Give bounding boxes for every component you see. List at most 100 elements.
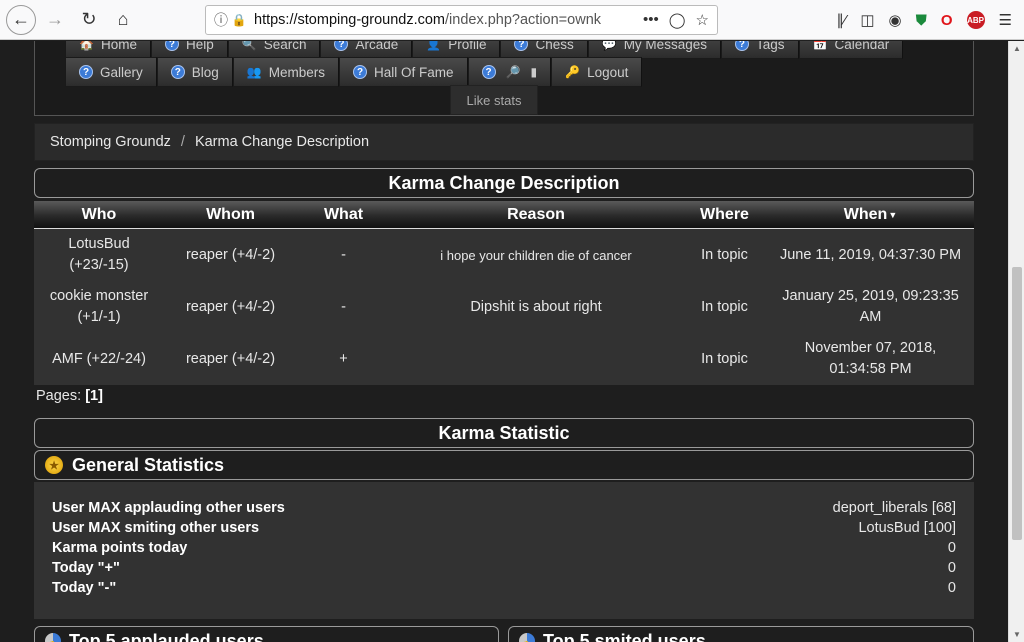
who-score: (+22/-24): [86, 350, 146, 367]
who-score: (+1/-1): [77, 309, 121, 325]
scrollbar-thumb[interactable]: [1012, 267, 1022, 540]
back-icon[interactable]: ←: [6, 4, 36, 35]
page-actions-icon[interactable]: •••: [643, 11, 659, 29]
browser-toolbar: ← → ↻ ⌂ ⓘ 🔒 https://stomping-groundz.com…: [0, 0, 1024, 40]
pie-chart-icon: [519, 633, 535, 642]
menu-like-stats[interactable]: ? 🔎 ▮: [467, 57, 552, 87]
breadcrumb-current[interactable]: Karma Change Description: [195, 134, 369, 150]
who-name[interactable]: LotusBud: [68, 234, 129, 255]
bar-icon: ▮: [530, 65, 538, 79]
reason-cell: [390, 333, 682, 385]
table-row: LotusBud (+23/-15) reaper (+4/-2) - i hop…: [34, 229, 974, 281]
what-cell: +: [339, 350, 348, 367]
breadcrumb-separator: /: [180, 134, 185, 150]
pocket-icon[interactable]: ◯: [669, 11, 686, 29]
like-stats-submenu[interactable]: Like stats: [450, 85, 538, 115]
header-who[interactable]: Who: [34, 201, 164, 228]
profile-icon: 👤: [426, 41, 442, 51]
url-text[interactable]: https://stomping-groundz.com/index.php?a…: [254, 12, 643, 28]
account-icon[interactable]: ◉: [889, 11, 902, 29]
scroll-up-icon[interactable]: ▲: [1009, 44, 1024, 53]
general-statistics-body: User MAX applauding other users deport_li…: [34, 482, 974, 619]
karma-change-title: Karma Change Description: [34, 168, 974, 198]
forward-icon[interactable]: →: [40, 5, 70, 35]
pagination: Pages: [1]: [36, 388, 103, 404]
sidebar-icon[interactable]: ◫: [860, 11, 874, 29]
where-cell[interactable]: In topic: [682, 333, 767, 385]
header-reason[interactable]: Reason: [390, 201, 682, 228]
header-whom[interactable]: Whom: [164, 201, 297, 228]
url-bar[interactable]: ⓘ 🔒 https://stomping-groundz.com/index.p…: [205, 5, 718, 35]
menu-members[interactable]: 👥 Members: [232, 57, 340, 87]
who-name[interactable]: cookie monster: [50, 286, 148, 307]
whom-cell[interactable]: reaper (+4/-2): [164, 229, 297, 281]
where-cell[interactable]: In topic: [682, 229, 767, 281]
top-smited-header: Top 5 smited users: [508, 626, 974, 642]
menu-logout[interactable]: 🔑 Logout: [551, 57, 643, 87]
info-icon[interactable]: ⓘ: [212, 10, 230, 30]
question-icon: ?: [514, 41, 529, 51]
bookmark-star-icon[interactable]: ☆: [696, 11, 709, 29]
question-icon: ?: [164, 41, 179, 51]
header-where[interactable]: Where: [682, 201, 767, 228]
shield-icon[interactable]: ⛊: [916, 12, 927, 29]
stat-row: User MAX smiting other users LotusBud [10…: [52, 520, 956, 536]
adblock-icon[interactable]: ABP: [966, 11, 985, 29]
whom-cell[interactable]: reaper (+4/-2): [164, 281, 297, 333]
who-cell: cookie monster (+1/-1): [34, 281, 164, 333]
header-what[interactable]: What: [297, 201, 390, 228]
question-icon: ?: [79, 65, 93, 79]
scroll-down-icon[interactable]: ▼: [1009, 630, 1024, 639]
medal-icon: ★: [45, 456, 63, 474]
what-cell: -: [341, 298, 346, 315]
home-icon[interactable]: ⌂: [108, 5, 138, 35]
reason-cell: Dipshit is about right: [470, 298, 602, 315]
stat-row: Today "-" 0: [52, 580, 956, 596]
sort-desc-icon: ▼: [888, 209, 898, 220]
page-content: 🏠 Home ? Help 🔍 Search ? Arcade 👤 Profile ? Ch…: [0, 41, 1008, 642]
header-when[interactable]: When ▼: [767, 201, 974, 228]
reload-icon[interactable]: ↻: [74, 5, 104, 35]
who-cell: LotusBud (+23/-15): [34, 229, 164, 281]
top-applauded-header: Top 5 applauded users: [34, 626, 499, 642]
magnifier-icon: 🔎: [505, 65, 521, 79]
hamburger-menu-icon[interactable]: ☰: [999, 11, 1012, 29]
question-icon: ?: [170, 65, 185, 79]
pie-chart-icon: [45, 633, 61, 642]
where-cell[interactable]: In topic: [682, 281, 767, 333]
library-icon[interactable]: ∥⁄: [836, 11, 846, 29]
stat-row: Karma points today 0: [52, 540, 956, 556]
when-cell: November 07, 2018, 01:34:58 PM: [804, 340, 937, 377]
menu-tags[interactable]: ? Tags: [720, 41, 799, 59]
question-icon: ?: [334, 41, 349, 51]
general-statistics-header: ★ General Statistics: [34, 450, 974, 480]
vertical-scrollbar[interactable]: ▲ ▼: [1008, 41, 1024, 642]
menu-row-2: ? Gallery ? Blog 👥 Members ? Hall Of Fame ? 🔎…: [65, 57, 643, 87]
stat-row: User MAX applauding other users deport_li…: [52, 500, 956, 516]
calendar-icon: 📅: [812, 41, 828, 51]
karma-statistic-title: Karma Statistic: [34, 418, 974, 448]
who-score: (+23/-15): [69, 257, 129, 273]
question-icon: ?: [734, 41, 749, 51]
stat-row: Today "+" 0: [52, 560, 956, 576]
home-icon: 🏠: [79, 41, 94, 51]
question-icon: ?: [481, 65, 496, 79]
breadcrumb-home[interactable]: Stomping Groundz: [50, 134, 171, 150]
who-name[interactable]: AMF: [52, 349, 83, 370]
table-row: AMF (+22/-24) reaper (+4/-2) + In topic N…: [34, 333, 974, 385]
when-cell: January 25, 2019, 09:23:35 AM: [782, 288, 959, 325]
whom-cell[interactable]: reaper (+4/-2): [164, 333, 297, 385]
when-cell: June 11, 2019, 04:37:30 PM: [779, 246, 962, 263]
menu-blog[interactable]: ? Blog: [156, 57, 233, 87]
reason-cell: i hope your children die of cancer: [440, 247, 632, 263]
table-row: cookie monster (+1/-1) reaper (+4/-2) - D…: [34, 281, 974, 333]
menu-hall-of-fame[interactable]: ? Hall Of Fame: [339, 57, 468, 87]
lock-icon[interactable]: 🔒: [230, 13, 248, 27]
members-icon: 👥: [246, 65, 262, 79]
page-1-link[interactable]: [1]: [85, 388, 103, 404]
messages-icon: 💬: [601, 41, 617, 51]
menu-calendar[interactable]: 📅 Calendar: [798, 41, 904, 59]
karma-table-body: LotusBud (+23/-15) reaper (+4/-2) - i hop…: [34, 229, 974, 385]
opera-icon[interactable]: O: [941, 12, 953, 29]
menu-gallery[interactable]: ? Gallery: [65, 57, 157, 87]
